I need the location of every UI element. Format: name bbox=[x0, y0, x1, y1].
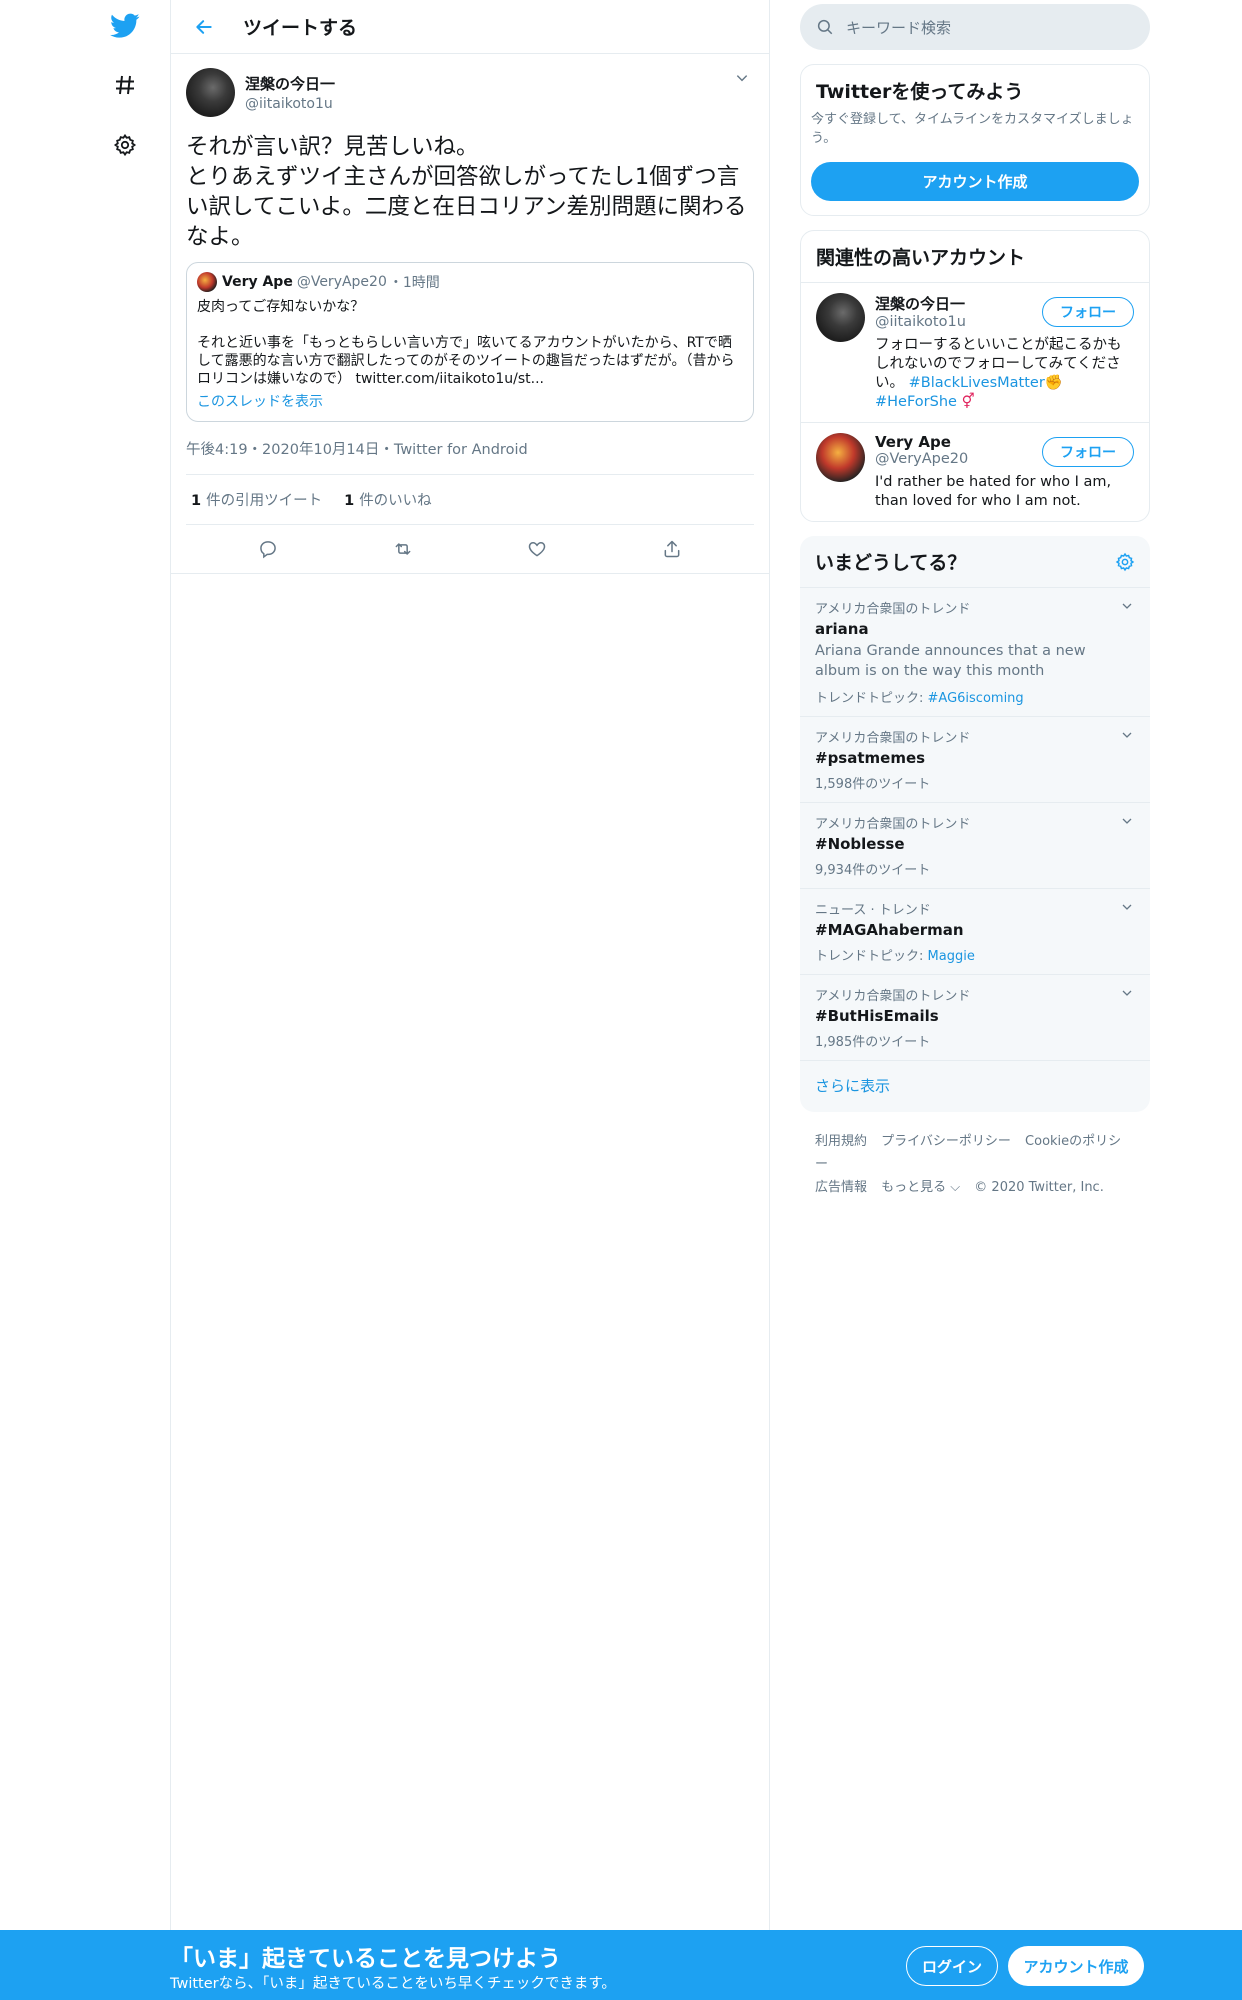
chevron-down-icon[interactable] bbox=[732, 68, 752, 88]
footer-link[interactable]: プライバシーポリシー bbox=[881, 1134, 1011, 1149]
main-header: ツイートする bbox=[171, 0, 769, 54]
trend-count: 1,598件のツイート bbox=[815, 777, 931, 792]
tweet-author: 涅槃の今日一 @iitaikoto1u bbox=[186, 64, 754, 120]
copyright: © 2020 Twitter, Inc. bbox=[974, 1180, 1104, 1195]
trend-count: 9,934件のツイート bbox=[815, 863, 931, 878]
related-account[interactable]: Very Ape @VeryApe20 I'd rather be hated … bbox=[801, 422, 1149, 521]
chevron-down-icon[interactable] bbox=[1119, 899, 1135, 915]
signup-card-desc: 今すぐ登録して、タイムラインをカスタマイズしましょう。 bbox=[811, 112, 1134, 146]
tweet-actions bbox=[171, 525, 769, 574]
hashtag-link[interactable]: #BlackLivesMatter bbox=[909, 375, 1045, 391]
avatar[interactable] bbox=[186, 67, 235, 117]
reply-icon[interactable] bbox=[253, 534, 283, 564]
trend-name: ariana bbox=[815, 620, 869, 638]
search-input[interactable]: キーワード検索 bbox=[846, 17, 951, 38]
trend-name: #psatmemes bbox=[815, 749, 926, 767]
author-name[interactable]: 涅槃の今日一 bbox=[245, 73, 335, 94]
bottom-banner: 「いま」起きていることを見つけよう Twitterなら、「いま」起きていることを… bbox=[0, 1930, 1242, 2000]
show-more-link[interactable]: さらに表示 bbox=[800, 1061, 1150, 1112]
signup-card: Twitterを使ってみよう 今すぐ登録して、タイムラインをカスタマイズしましょ… bbox=[800, 64, 1150, 216]
quote-author-name: Very Ape bbox=[222, 274, 293, 290]
related-title: 関連性の高いアカウント bbox=[816, 247, 1026, 269]
gender-symbol-icon: ⚥ bbox=[961, 394, 975, 410]
back-arrow-icon[interactable] bbox=[189, 12, 219, 42]
trend-desc: Ariana Grande announces that a new album… bbox=[815, 643, 1086, 679]
trend-item[interactable]: アメリカ合衆国のトレンド ariana Ariana Grande announ… bbox=[800, 588, 1150, 717]
chevron-down-icon[interactable] bbox=[1119, 985, 1135, 1001]
gear-icon[interactable] bbox=[1115, 552, 1135, 572]
signup-button[interactable]: アカウント作成 bbox=[1008, 1946, 1144, 1986]
quoted-tweet[interactable]: Very Ape @VeryApe20 ・1時間 皮肉ってご存知ないかな？ それ… bbox=[186, 262, 754, 422]
related-bio: フォローするといいことが起こるかもしれないのでフォローしてみてください。 #Bl… bbox=[875, 337, 1122, 410]
show-thread-link[interactable]: このスレッドを表示 bbox=[197, 391, 323, 411]
quote-tweet-count[interactable]: 1 件の引用ツイート bbox=[191, 489, 322, 510]
trend-topic: トレンドトピック: Maggie bbox=[815, 949, 975, 964]
main-column: ツイートする 涅槃の今日一 @iitaikoto1u それが言い訳？見苦しいね。… bbox=[170, 0, 770, 2000]
footer: 利用規約 プライバシーポリシー Cookieのポリシー 広告情報 もっと見る ⌵… bbox=[800, 1112, 1150, 1199]
footer-link[interactable]: 利用規約 bbox=[815, 1134, 867, 1149]
trend-name: #Noblesse bbox=[815, 835, 905, 853]
retweet-icon[interactable] bbox=[388, 534, 418, 564]
trend-count: 1,985件のツイート bbox=[815, 1035, 931, 1050]
trend-item[interactable]: アメリカ合衆国のトレンド #psatmemes 1,598件のツイート bbox=[800, 717, 1150, 803]
footer-link[interactable]: 広告情報 bbox=[815, 1180, 867, 1195]
chevron-down-icon[interactable] bbox=[1119, 813, 1135, 829]
banner-subtitle: Twitterなら、「いま」起きていることをいち早くチェックできます。 bbox=[170, 1976, 616, 1992]
trend-context: ニュース · トレンド bbox=[815, 903, 931, 918]
trend-topic-link[interactable]: #AG6iscoming bbox=[928, 691, 1024, 706]
tweet-text: それが言い訳？見苦しいね。 とりあえずツイ主さんが回答欲しがってたし1個ずつ言い… bbox=[186, 134, 747, 250]
like-count[interactable]: 1 件のいいね bbox=[344, 489, 432, 510]
left-nav bbox=[0, 0, 170, 2000]
tweet-stats: 1 件の引用ツイート 1 件のいいね bbox=[186, 475, 754, 525]
search-bar[interactable]: キーワード検索 bbox=[800, 4, 1150, 50]
trend-item[interactable]: アメリカ合衆国のトレンド #ButHisEmails 1,985件のツイート bbox=[800, 975, 1150, 1061]
follow-button[interactable]: フォロー bbox=[1042, 297, 1134, 327]
right-sidebar: キーワード検索 Twitterを使ってみよう 今すぐ登録して、タイムラインをカス… bbox=[800, 0, 1150, 1199]
trends-card: いまどうしてる？ アメリカ合衆国のトレンド ariana Ariana Gran… bbox=[800, 536, 1150, 1112]
tweet: 涅槃の今日一 @iitaikoto1u それが言い訳？見苦しいね。 とりあえずツ… bbox=[171, 54, 769, 574]
trend-topic: トレンドトピック: #AG6iscoming bbox=[815, 691, 1024, 706]
banner-title: 「いま」起きていることを見つけよう bbox=[170, 1946, 561, 1972]
avatar[interactable] bbox=[816, 433, 865, 482]
quote-author-handle: @VeryApe20 bbox=[296, 274, 387, 290]
trend-topic-link[interactable]: Maggie bbox=[928, 949, 975, 964]
hashtag-icon[interactable] bbox=[108, 68, 142, 102]
search-icon bbox=[816, 18, 834, 36]
gear-icon[interactable] bbox=[108, 128, 142, 162]
trend-context: アメリカ合衆国のトレンド bbox=[815, 602, 971, 617]
twitter-bird-icon[interactable] bbox=[108, 9, 142, 43]
quote-text: 皮肉ってご存知ないかな？ それと近い事を「もっともらしい言い方で」呟いてるアカウ… bbox=[197, 299, 735, 387]
chevron-down-icon[interactable] bbox=[1119, 598, 1135, 614]
trend-item[interactable]: ニュース · トレンド #MAGAhaberman トレンドトピック: Magg… bbox=[800, 889, 1150, 975]
quote-time: ・1時間 bbox=[388, 275, 440, 291]
heart-icon[interactable] bbox=[522, 534, 552, 564]
avatar[interactable] bbox=[816, 293, 865, 342]
trend-item[interactable]: アメリカ合衆国のトレンド #Noblesse 9,934件のツイート bbox=[800, 803, 1150, 889]
related-accounts-card: 関連性の高いアカウント 涅槃の今日一 @iitaikoto1u フォローするとい… bbox=[800, 230, 1150, 522]
share-icon[interactable] bbox=[657, 534, 687, 564]
author-handle[interactable]: @iitaikoto1u bbox=[245, 96, 335, 112]
login-button[interactable]: ログイン bbox=[906, 1946, 998, 1986]
hands-emoji-icon: ✊ bbox=[1044, 375, 1063, 391]
follow-button[interactable]: フォロー bbox=[1042, 437, 1134, 467]
trends-title: いまどうしてる？ bbox=[815, 552, 967, 574]
related-account[interactable]: 涅槃の今日一 @iitaikoto1u フォローするといいことが起こるかもしれな… bbox=[801, 282, 1149, 422]
footer-link[interactable]: もっと見る ⌵ bbox=[881, 1180, 960, 1195]
trend-context: アメリカ合衆国のトレンド bbox=[815, 989, 971, 1004]
create-account-button[interactable]: アカウント作成 bbox=[811, 162, 1139, 201]
avatar bbox=[197, 272, 217, 292]
trend-context: アメリカ合衆国のトレンド bbox=[815, 817, 971, 832]
trend-name: #ButHisEmails bbox=[815, 1007, 939, 1025]
hashtag-link[interactable]: #HeForShe bbox=[875, 394, 957, 410]
trend-context: アメリカ合衆国のトレンド bbox=[815, 731, 971, 746]
trend-name: #MAGAhaberman bbox=[815, 921, 964, 939]
page-title: ツイートする bbox=[243, 17, 358, 39]
tweet-meta: 午後4:19・2020年10月14日・Twitter for Android bbox=[186, 438, 754, 475]
chevron-down-icon[interactable] bbox=[1119, 727, 1135, 743]
related-bio: I'd rather be hated for who I am, than l… bbox=[875, 474, 1112, 509]
signup-card-title: Twitterを使ってみよう bbox=[816, 81, 1024, 103]
